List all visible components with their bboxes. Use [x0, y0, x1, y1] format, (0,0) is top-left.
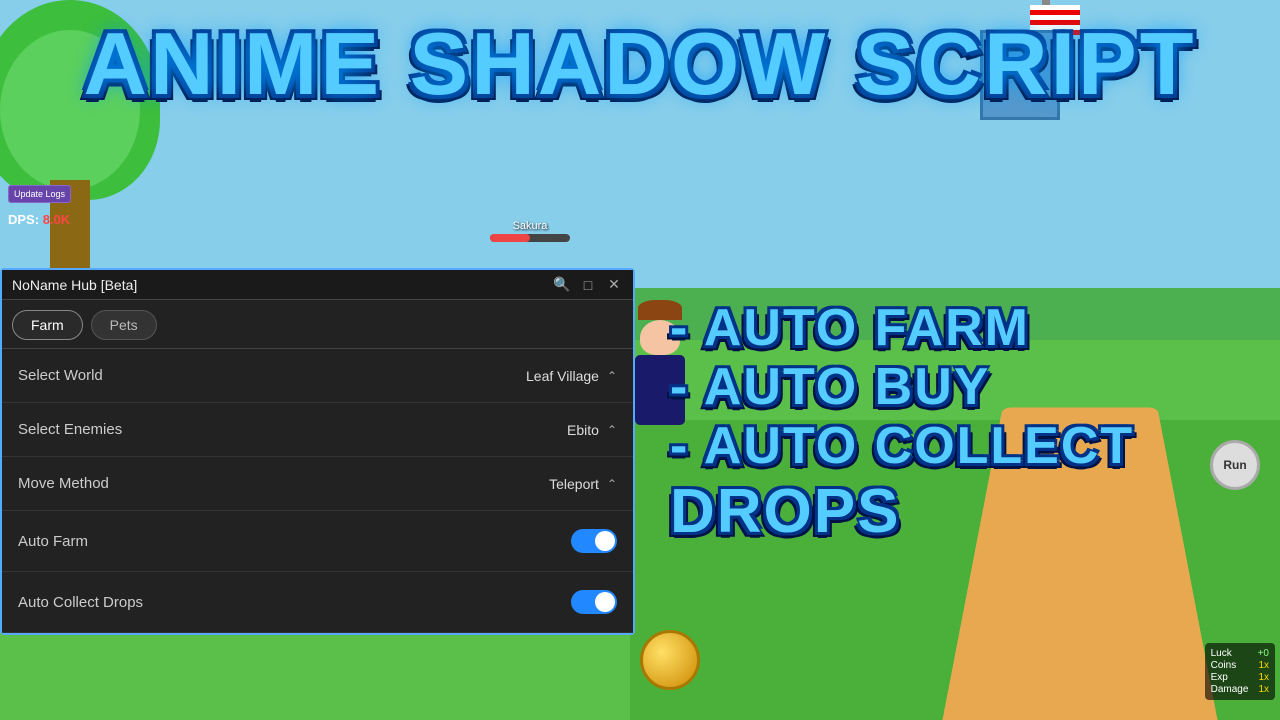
dps-value: 8.0K [43, 212, 70, 227]
feature-line-1: - AUTO FARM [670, 300, 1280, 357]
health-bar-fill [490, 234, 530, 242]
gui-tabs: Farm Pets [2, 300, 633, 349]
stats-overlay: Luck +0 Coins 1x Exp 1x Damage 1x [1205, 643, 1275, 700]
health-bar-bg [490, 234, 570, 242]
auto-collect-drops-toggle[interactable] [571, 590, 617, 614]
auto-collect-drops-label: Auto Collect Drops [18, 594, 143, 611]
auto-collect-drops-row: Auto Collect Drops [2, 572, 633, 633]
feature-line-4: DROPS [670, 478, 1280, 546]
move-method-row: Move Method Teleport ⌃ [2, 457, 633, 511]
exp-value: 1x [1258, 672, 1269, 683]
minimize-icon[interactable]: □ [579, 277, 597, 293]
select-world-value[interactable]: Leaf Village ⌃ [526, 368, 617, 384]
select-world-row: Select World Leaf Village ⌃ [2, 349, 633, 403]
gui-panel: NoName Hub [Beta] 🔍 □ ✕ Farm Pets Select… [0, 268, 635, 635]
select-enemies-chevron-icon: ⌃ [607, 423, 617, 437]
update-logs-button[interactable]: Update Logs [8, 185, 71, 203]
damage-stat-row: Damage 1x [1211, 684, 1269, 695]
gui-titlebar: NoName Hub [Beta] 🔍 □ ✕ [2, 270, 633, 300]
exp-label: Exp [1211, 672, 1228, 683]
feature-line-3: - AUTO COLLECT [670, 418, 1280, 475]
select-enemies-value[interactable]: Ebito ⌃ [567, 422, 617, 438]
coins-stat-row: Coins 1x [1211, 660, 1269, 671]
luck-label: Luck [1211, 648, 1232, 659]
auto-farm-toggle[interactable] [571, 529, 617, 553]
auto-farm-knob [595, 531, 615, 551]
feature-line-2: - AUTO BUY [670, 359, 1280, 416]
auto-collect-drops-knob [595, 592, 615, 612]
enemy-name: Sakura [490, 220, 570, 232]
coin-collectible [640, 630, 700, 690]
close-icon[interactable]: ✕ [605, 276, 623, 293]
gui-title: NoName Hub [Beta] [12, 277, 137, 293]
move-method-current: Teleport [549, 476, 599, 492]
tab-farm[interactable]: Farm [12, 310, 83, 340]
dps-display: DPS: 8.0K [8, 212, 70, 227]
move-method-chevron-icon: ⌃ [607, 477, 617, 491]
select-world-chevron-icon: ⌃ [607, 369, 617, 383]
exp-stat-row: Exp 1x [1211, 672, 1269, 683]
select-enemies-current: Ebito [567, 422, 599, 438]
coins-label: Coins [1211, 660, 1237, 671]
gui-controls: 🔍 □ ✕ [553, 276, 623, 293]
damage-label: Damage [1211, 684, 1249, 695]
tab-pets[interactable]: Pets [91, 310, 157, 340]
dps-label: DPS: [8, 212, 39, 227]
luck-value: +0 [1258, 648, 1269, 659]
auto-farm-row: Auto Farm [2, 511, 633, 572]
search-icon[interactable]: 🔍 [553, 276, 571, 293]
select-world-label: Select World [18, 367, 103, 384]
auto-farm-label: Auto Farm [18, 533, 88, 550]
damage-value: 1x [1258, 684, 1269, 695]
features-area: - AUTO FARM - AUTO BUY - AUTO COLLECT DR… [670, 300, 1280, 548]
select-enemies-label: Select Enemies [18, 421, 122, 438]
coins-value: 1x [1258, 660, 1269, 671]
main-title: ANIME SHADOW SCRIPT [0, 20, 1280, 108]
enemy-health-area: Sakura [490, 220, 570, 242]
move-method-label: Move Method [18, 475, 109, 492]
luck-stat-row: Luck +0 [1211, 648, 1269, 659]
select-enemies-row: Select Enemies Ebito ⌃ [2, 403, 633, 457]
move-method-value[interactable]: Teleport ⌃ [549, 476, 617, 492]
select-world-current: Leaf Village [526, 368, 599, 384]
